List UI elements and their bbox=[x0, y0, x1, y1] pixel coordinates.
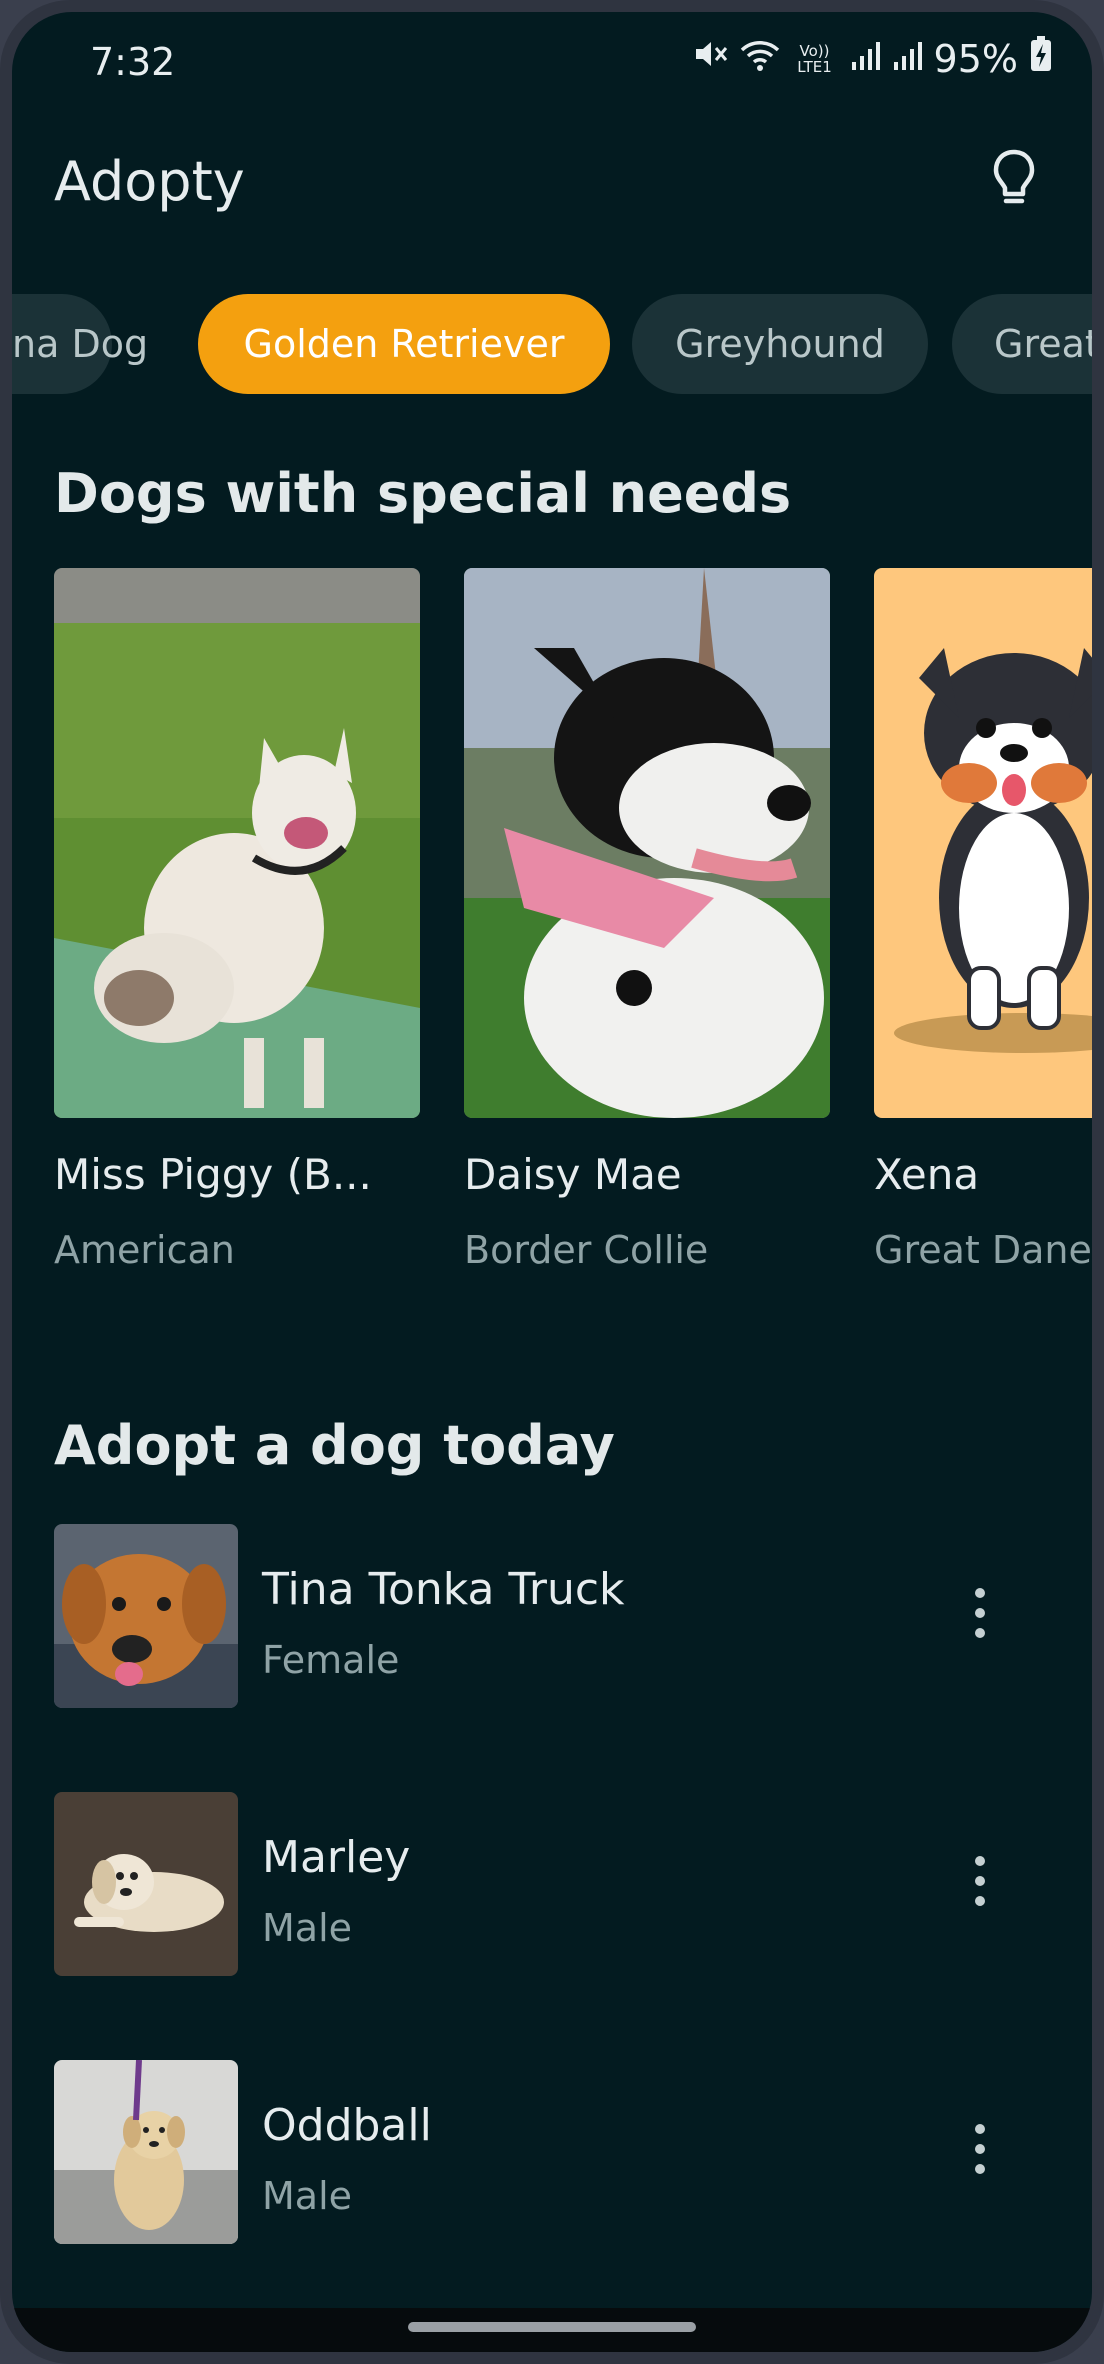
system-nav-bar bbox=[12, 2308, 1092, 2352]
list-item[interactable]: Marley Male bbox=[12, 1792, 1092, 1976]
dog-thumbnail bbox=[54, 1524, 238, 1708]
signal-icon bbox=[850, 37, 880, 81]
chip-breed[interactable]: na Dog bbox=[12, 294, 148, 394]
list-item[interactable]: Tina Tonka Truck Female bbox=[12, 1524, 1092, 1708]
status-time: 7:32 bbox=[90, 40, 176, 84]
dog-name: Tina Tonka Truck bbox=[262, 1564, 625, 1615]
battery-charging-icon bbox=[1030, 36, 1052, 81]
dog-breed: Great Dane bbox=[874, 1228, 1092, 1272]
list-item[interactable]: Oddball Male bbox=[12, 2060, 1092, 2244]
battery-percent: 95% bbox=[933, 36, 1018, 81]
dog-breed: Border Collie bbox=[464, 1228, 709, 1272]
dog-sex: Female bbox=[262, 1638, 400, 1682]
special-needs-carousel: Miss Piggy (B... American Daisy Mae Bord… bbox=[12, 568, 1092, 1308]
dog-thumbnail bbox=[54, 1792, 238, 1976]
app-screen: 7:32 Vo)) LTE1 95% Adopty na Dog Golden … bbox=[12, 12, 1092, 2352]
more-vert-icon[interactable] bbox=[968, 1582, 992, 1652]
dog-sex: Male bbox=[262, 1906, 353, 1950]
dog-card[interactable]: Daisy Mae Border Collie bbox=[464, 568, 830, 1272]
dog-name: Daisy Mae bbox=[464, 1150, 682, 1199]
dog-photo bbox=[54, 568, 420, 1118]
dog-photo bbox=[464, 568, 830, 1118]
chip-golden-retriever[interactable]: Golden Retriever bbox=[198, 294, 610, 394]
status-icons: Vo)) LTE1 95% bbox=[692, 36, 1052, 81]
more-vert-icon[interactable] bbox=[968, 1850, 992, 1920]
status-bar: 7:32 Vo)) LTE1 95% bbox=[12, 12, 1092, 112]
lightbulb-icon[interactable] bbox=[978, 142, 1050, 214]
home-indicator[interactable] bbox=[408, 2322, 696, 2332]
signal-icon-2 bbox=[892, 37, 922, 81]
chip-great[interactable]: Great bbox=[952, 294, 1092, 394]
breed-filter-chips: na Dog Golden Retriever Greyhound Great bbox=[12, 294, 1092, 394]
adopt-today-title: Adopt a dog today bbox=[54, 1414, 615, 1477]
dog-sex: Male bbox=[262, 2174, 353, 2218]
device-frame: 7:32 Vo)) LTE1 95% Adopty na Dog Golden … bbox=[0, 0, 1104, 2364]
chip-greyhound[interactable]: Greyhound bbox=[632, 294, 928, 394]
mute-icon bbox=[692, 36, 728, 81]
special-needs-title: Dogs with special needs bbox=[54, 462, 792, 525]
app-title: Adopty bbox=[54, 150, 245, 213]
dog-card[interactable]: Xena Great Dane bbox=[874, 568, 1092, 1272]
volte-label: Vo)) LTE1 bbox=[797, 41, 832, 76]
more-vert-icon[interactable] bbox=[968, 2118, 992, 2188]
dog-name: Oddball bbox=[262, 2100, 432, 2151]
dog-name: Marley bbox=[262, 1832, 411, 1883]
dog-name: Miss Piggy (B... bbox=[54, 1150, 372, 1199]
dog-card[interactable]: Miss Piggy (B... American bbox=[54, 568, 420, 1272]
app-bar: Adopty bbox=[12, 132, 1092, 232]
dog-breed: American bbox=[54, 1228, 235, 1272]
dog-name: Xena bbox=[874, 1150, 980, 1199]
dog-thumbnail bbox=[54, 2060, 238, 2244]
wifi-icon bbox=[740, 37, 780, 81]
dog-illustration bbox=[874, 568, 1092, 1118]
